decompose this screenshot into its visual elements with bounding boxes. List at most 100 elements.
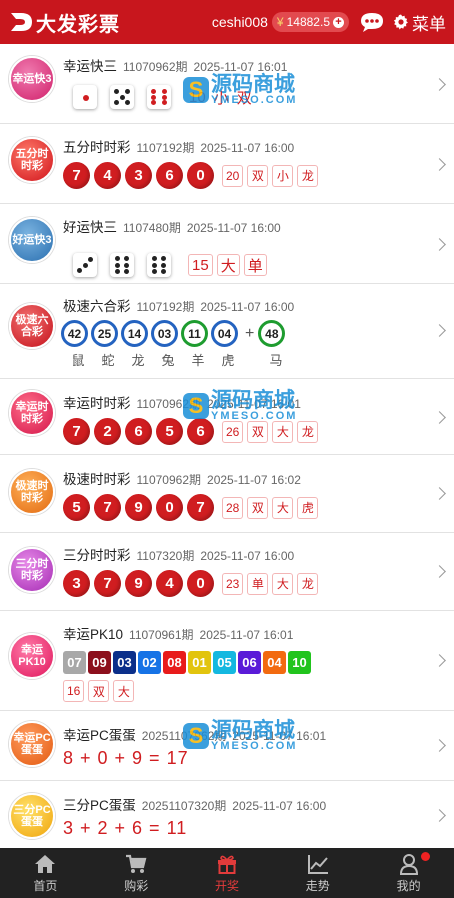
draw-time: 2025-11-07 16:00 — [232, 799, 327, 813]
lhc-ball: 25 — [91, 320, 118, 347]
draw-time: 2025-11-07 16:01 — [232, 729, 327, 743]
zodiac-label: 鼠 — [71, 353, 85, 368]
issue-number: 11070962期 — [136, 473, 202, 487]
lottery-row-jisu-lhc[interactable]: 极速六合彩 极速六合彩 1107192期 2025-11-07 16:00 42 2… — [0, 284, 454, 379]
chevron-right-icon — [433, 324, 446, 337]
result-ball: 7 — [187, 494, 214, 521]
logo-d-icon — [11, 13, 32, 31]
home-icon — [35, 854, 56, 873]
gear-icon — [393, 14, 408, 30]
chevron-right-icon — [433, 487, 446, 500]
user-icon — [399, 853, 418, 875]
size-tag: 大 — [113, 680, 135, 702]
die-three — [73, 253, 97, 277]
username[interactable]: ceshi008 — [212, 14, 268, 30]
parity-tag: 单 — [243, 254, 267, 276]
lottery-row-sanfen-pcdd[interactable]: 三分PC蛋蛋 三分PC蛋蛋 20251107320期 2025-11-07 16:0… — [0, 781, 454, 848]
issue-number: 1107192期 — [136, 300, 195, 314]
gift-icon — [217, 855, 236, 874]
issue-number: 11070962期 — [123, 60, 188, 74]
draw-time: 2025-11-07 16:00 — [200, 549, 295, 563]
lottery-row-xingyun-pk10[interactable]: 幸运PK10 幸运PK10 11070961期 2025-11-07 16:01 0… — [0, 611, 454, 711]
size-tag: 小 — [272, 164, 294, 187]
lottery-results-list: 幸运快3 幸运快三 11070962期 2025-11-07 16:01 10 小 … — [0, 44, 454, 848]
result-ball: 7 — [94, 570, 121, 597]
result-ball: 3 — [125, 162, 152, 189]
plus-sign: + — [245, 324, 255, 342]
nav-draw[interactable]: 开奖 — [182, 848, 273, 898]
lhc-special-ball: 48 — [258, 320, 286, 347]
pk-car-number: 04 — [263, 651, 286, 674]
pk-car-number: 06 — [238, 651, 261, 674]
nav-mine-label: 我的 — [396, 878, 421, 893]
pcdd-result: 3 + 2 + 6 = 11 — [63, 818, 188, 838]
balance-badge[interactable]: ¥ 14882.5 + — [271, 12, 349, 32]
sum-tag: 28 — [222, 496, 244, 519]
result-ball: 9 — [125, 494, 152, 521]
nav-trend[interactable]: 走势 — [272, 848, 363, 898]
menu-button[interactable]: 菜单 — [393, 10, 446, 35]
issue-number: 20251107962期 — [141, 729, 227, 743]
lottery-name: 好运快三 — [63, 220, 117, 235]
die-four — [110, 85, 134, 109]
lottery-row-haoyun-k3[interactable]: 好运快3 好运快三 1107480期 2025-11-07 16:00 15 大 单 — [0, 204, 454, 284]
result-ball: 2 — [94, 418, 121, 445]
menu-label: 菜单 — [412, 14, 446, 34]
dragon-tiger-tag: 龙 — [297, 164, 319, 187]
parity-tag: 单 — [247, 572, 269, 595]
sum-tag: 15 — [188, 254, 213, 276]
result-ball: 0 — [187, 162, 214, 189]
lottery-row-sanfen-ssc[interactable]: 三分时时彩 三分时时彩 1107320期 2025-11-07 16:00 3 7 … — [0, 533, 454, 611]
result-ball: 0 — [156, 494, 183, 521]
nav-buy[interactable]: 购彩 — [91, 848, 182, 898]
lottery-row-wufen-ssc[interactable]: 五分时时彩 五分时时彩 1107192期 2025-11-07 16:00 7 4 … — [0, 124, 454, 204]
draw-time: 2025-11-07 16:02 — [207, 473, 301, 487]
lottery-row-xingyun-ssc[interactable]: 幸运时时彩 幸运时时彩 11070962期 2025-11-07 16:01 7 2… — [0, 379, 454, 455]
zodiac-label: 蛇 — [101, 353, 115, 368]
deposit-plus-icon[interactable]: + — [333, 16, 344, 28]
result-ball: 5 — [156, 418, 183, 445]
chevron-right-icon — [433, 238, 446, 251]
result-ball: 4 — [156, 570, 183, 597]
parity-tag: 双 — [233, 86, 255, 108]
lottery-row-xingyun-k3[interactable]: 幸运快3 幸运快三 11070962期 2025-11-07 16:01 10 小 … — [0, 44, 454, 124]
parity-tag: 双 — [88, 680, 110, 702]
special-zodiac-label: 马 — [269, 353, 283, 368]
lottery-name: 三分PC蛋蛋 — [63, 798, 136, 813]
size-tag: 小 — [210, 86, 232, 108]
dragon-tiger-tag: 龙 — [297, 572, 319, 595]
app-logo[interactable]: 大发彩票 — [8, 8, 120, 37]
pk-car-number: 09 — [88, 651, 111, 674]
result-ball: 6 — [125, 418, 152, 445]
jisu-lhc-logo: 极速六合彩 — [9, 303, 55, 349]
nav-mine[interactable]: 我的 — [363, 848, 454, 898]
xingyun-pk10-logo: 幸运PK10 — [9, 633, 55, 679]
haoyun-k3-logo: 好运快3 — [9, 217, 55, 263]
lhc-ball: 04 — [211, 320, 238, 347]
lottery-name: 幸运PC蛋蛋 — [63, 728, 136, 743]
chevron-right-icon — [433, 78, 446, 91]
result-ball: 6 — [187, 418, 214, 445]
pk-car-number: 02 — [138, 651, 161, 674]
issue-number: 20251107320期 — [141, 799, 227, 813]
issue-number: 11070962期 — [136, 397, 202, 411]
chat-icon[interactable] — [359, 11, 385, 33]
die-six — [147, 253, 171, 277]
wufen-ssc-logo: 五分时时彩 — [9, 137, 55, 183]
nav-home[interactable]: 首页 — [0, 848, 91, 898]
lottery-row-xingyun-pcdd[interactable]: 幸运PC蛋蛋 幸运PC蛋蛋 20251107962期 2025-11-07 16:0… — [0, 711, 454, 781]
lottery-row-jisu-ssc[interactable]: 极速时时彩 极速时时彩 11070962期 2025-11-07 16:02 5 7… — [0, 455, 454, 533]
dragon-tiger-tag: 虎 — [297, 496, 319, 519]
lhc-ball: 42 — [61, 320, 88, 347]
nav-buy-label: 购彩 — [124, 878, 149, 893]
result-ball: 7 — [94, 494, 121, 521]
pk-car-number: 07 — [63, 651, 86, 674]
nav-home-label: 首页 — [33, 878, 58, 893]
currency-symbol: ¥ — [276, 15, 284, 29]
jisu-ssc-logo: 极速时时彩 — [9, 469, 55, 515]
draw-time: 2025-11-07 16:00 — [200, 300, 295, 314]
sanfen-pcdd-logo: 三分PC蛋蛋 — [9, 793, 55, 839]
issue-number: 1107320期 — [136, 549, 195, 563]
result-ball: 7 — [63, 418, 90, 445]
zodiac-label: 龙 — [131, 353, 145, 368]
